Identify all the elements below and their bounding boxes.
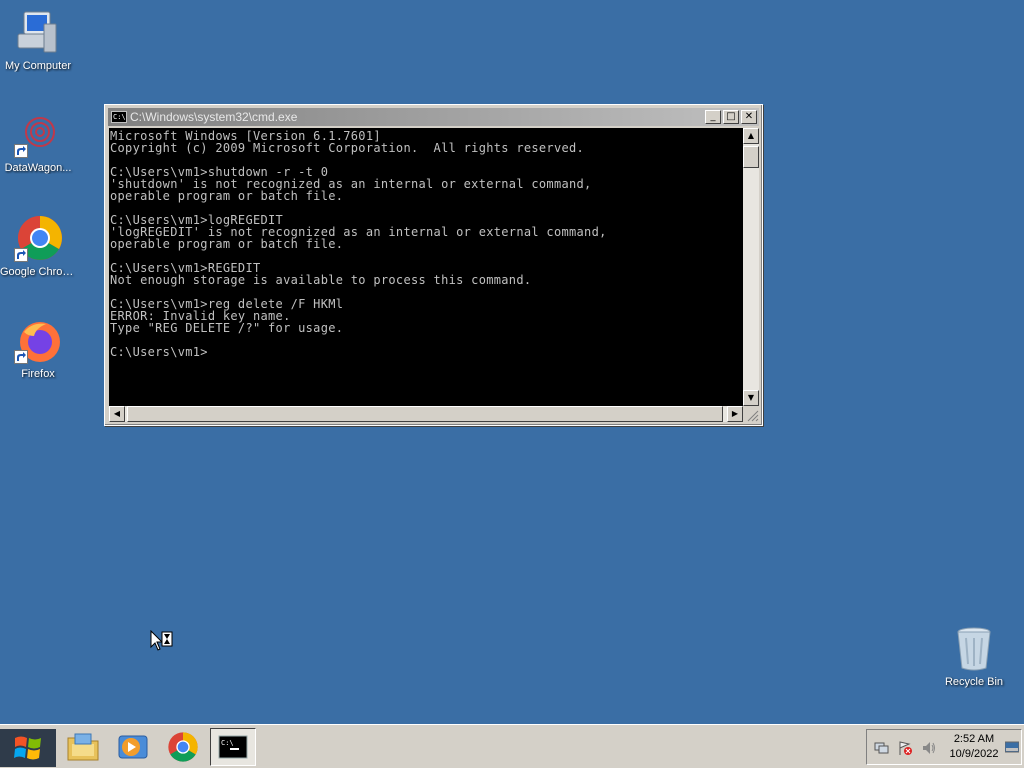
desktop-icon-google-chrome[interactable]: Google Chrome	[0, 214, 76, 278]
taskbar-media-player[interactable]	[110, 728, 156, 766]
windows-logo-icon	[14, 736, 41, 760]
clock-date: 10/9/2022	[949, 748, 999, 760]
computer-icon	[14, 8, 62, 56]
taskbar-chrome[interactable]	[160, 728, 206, 766]
taskbar-explorer[interactable]	[60, 728, 106, 766]
cmd-icon: C:\	[218, 735, 248, 759]
desktop-icon-firefox[interactable]: Firefox	[0, 316, 76, 380]
network-icon[interactable]	[873, 740, 889, 756]
console-line: Copyright (c) 2009 Microsoft Corporation…	[110, 141, 585, 155]
maximize-button[interactable]: □	[723, 110, 739, 124]
minimize-button[interactable]: _	[705, 110, 721, 124]
desktop-icon-label: Recycle Bin	[944, 676, 1004, 688]
cmd-window[interactable]: C:\ C:\Windows\system32\cmd.exe _ □ ✕ Mi…	[104, 104, 763, 426]
console-line: operable program or batch file.	[110, 189, 344, 203]
windows-explorer-icon	[67, 733, 99, 761]
close-button[interactable]: ✕	[741, 110, 757, 124]
window-title: C:\Windows\system32\cmd.exe	[130, 110, 298, 124]
scroll-right-arrow-icon[interactable]: ▶	[727, 406, 743, 422]
volume-icon[interactable]	[921, 740, 937, 756]
desktop-icon-label: DataWagon...	[4, 162, 72, 174]
show-desktop-icon[interactable]	[1004, 738, 1020, 754]
desktop-icon-recycle-bin[interactable]: Recycle Bin	[936, 624, 1012, 688]
action-center-flag-icon[interactable]	[897, 740, 913, 756]
recycle-bin-icon	[950, 624, 998, 672]
horizontal-scrollbar[interactable]: ◀ ▶	[109, 406, 743, 422]
console-line: C:\Users\vm1>	[110, 345, 208, 359]
horizontal-scroll-thumb[interactable]	[127, 406, 723, 422]
cmd-titlebar[interactable]: C:\ C:\Windows\system32\cmd.exe _ □ ✕	[108, 108, 759, 126]
desktop-icon-label: My Computer	[4, 60, 72, 72]
system-tray: 2:52 AM 10/9/2022	[866, 729, 1022, 765]
vertical-scrollbar[interactable]: ▲ ▼	[743, 128, 759, 406]
chrome-icon	[168, 732, 198, 762]
svg-text:C:\: C:\	[221, 739, 234, 747]
console-line: Type "REG DELETE /?" for usage.	[110, 321, 344, 335]
desktop-icon-my-computer[interactable]: My Computer	[0, 8, 76, 72]
console-text: Microsoft Windows [Version 6.1.7601] Copy…	[109, 128, 743, 358]
busy-cursor-icon	[150, 629, 174, 657]
desktop-icon-label: Firefox	[21, 368, 55, 380]
clock[interactable]: 2:52 AM 10/9/2022	[943, 732, 1005, 762]
cmd-app-icon: C:\	[111, 111, 127, 123]
scroll-up-arrow-icon[interactable]: ▲	[743, 128, 759, 144]
vertical-scroll-thumb[interactable]	[743, 146, 759, 168]
scroll-left-arrow-icon[interactable]: ◀	[109, 406, 125, 422]
clock-time: 2:52 AM	[953, 733, 995, 745]
console-output[interactable]: Microsoft Windows [Version 6.1.7601] Copy…	[109, 128, 743, 406]
desktop-icon-datawagon[interactable]: DataWagon...	[0, 110, 76, 174]
taskbar: C:\ 2:52 AM 10/9/2022	[0, 724, 1024, 768]
shortcut-arrow-icon	[14, 144, 28, 158]
shortcut-arrow-icon	[14, 248, 28, 262]
desktop-icon-label: Google Chrome	[0, 266, 76, 278]
start-button[interactable]	[0, 729, 56, 767]
datawagon-icon	[14, 110, 62, 158]
resize-grip-icon[interactable]	[743, 406, 759, 422]
console-line: Not enough storage is available to proce…	[110, 273, 532, 287]
media-player-icon	[118, 735, 148, 759]
firefox-icon	[14, 316, 62, 364]
chrome-icon	[14, 214, 62, 262]
shortcut-arrow-icon	[14, 350, 28, 364]
console-line: operable program or batch file.	[110, 237, 344, 251]
taskbar-cmd[interactable]: C:\	[210, 728, 256, 766]
scroll-down-arrow-icon[interactable]: ▼	[743, 390, 759, 406]
